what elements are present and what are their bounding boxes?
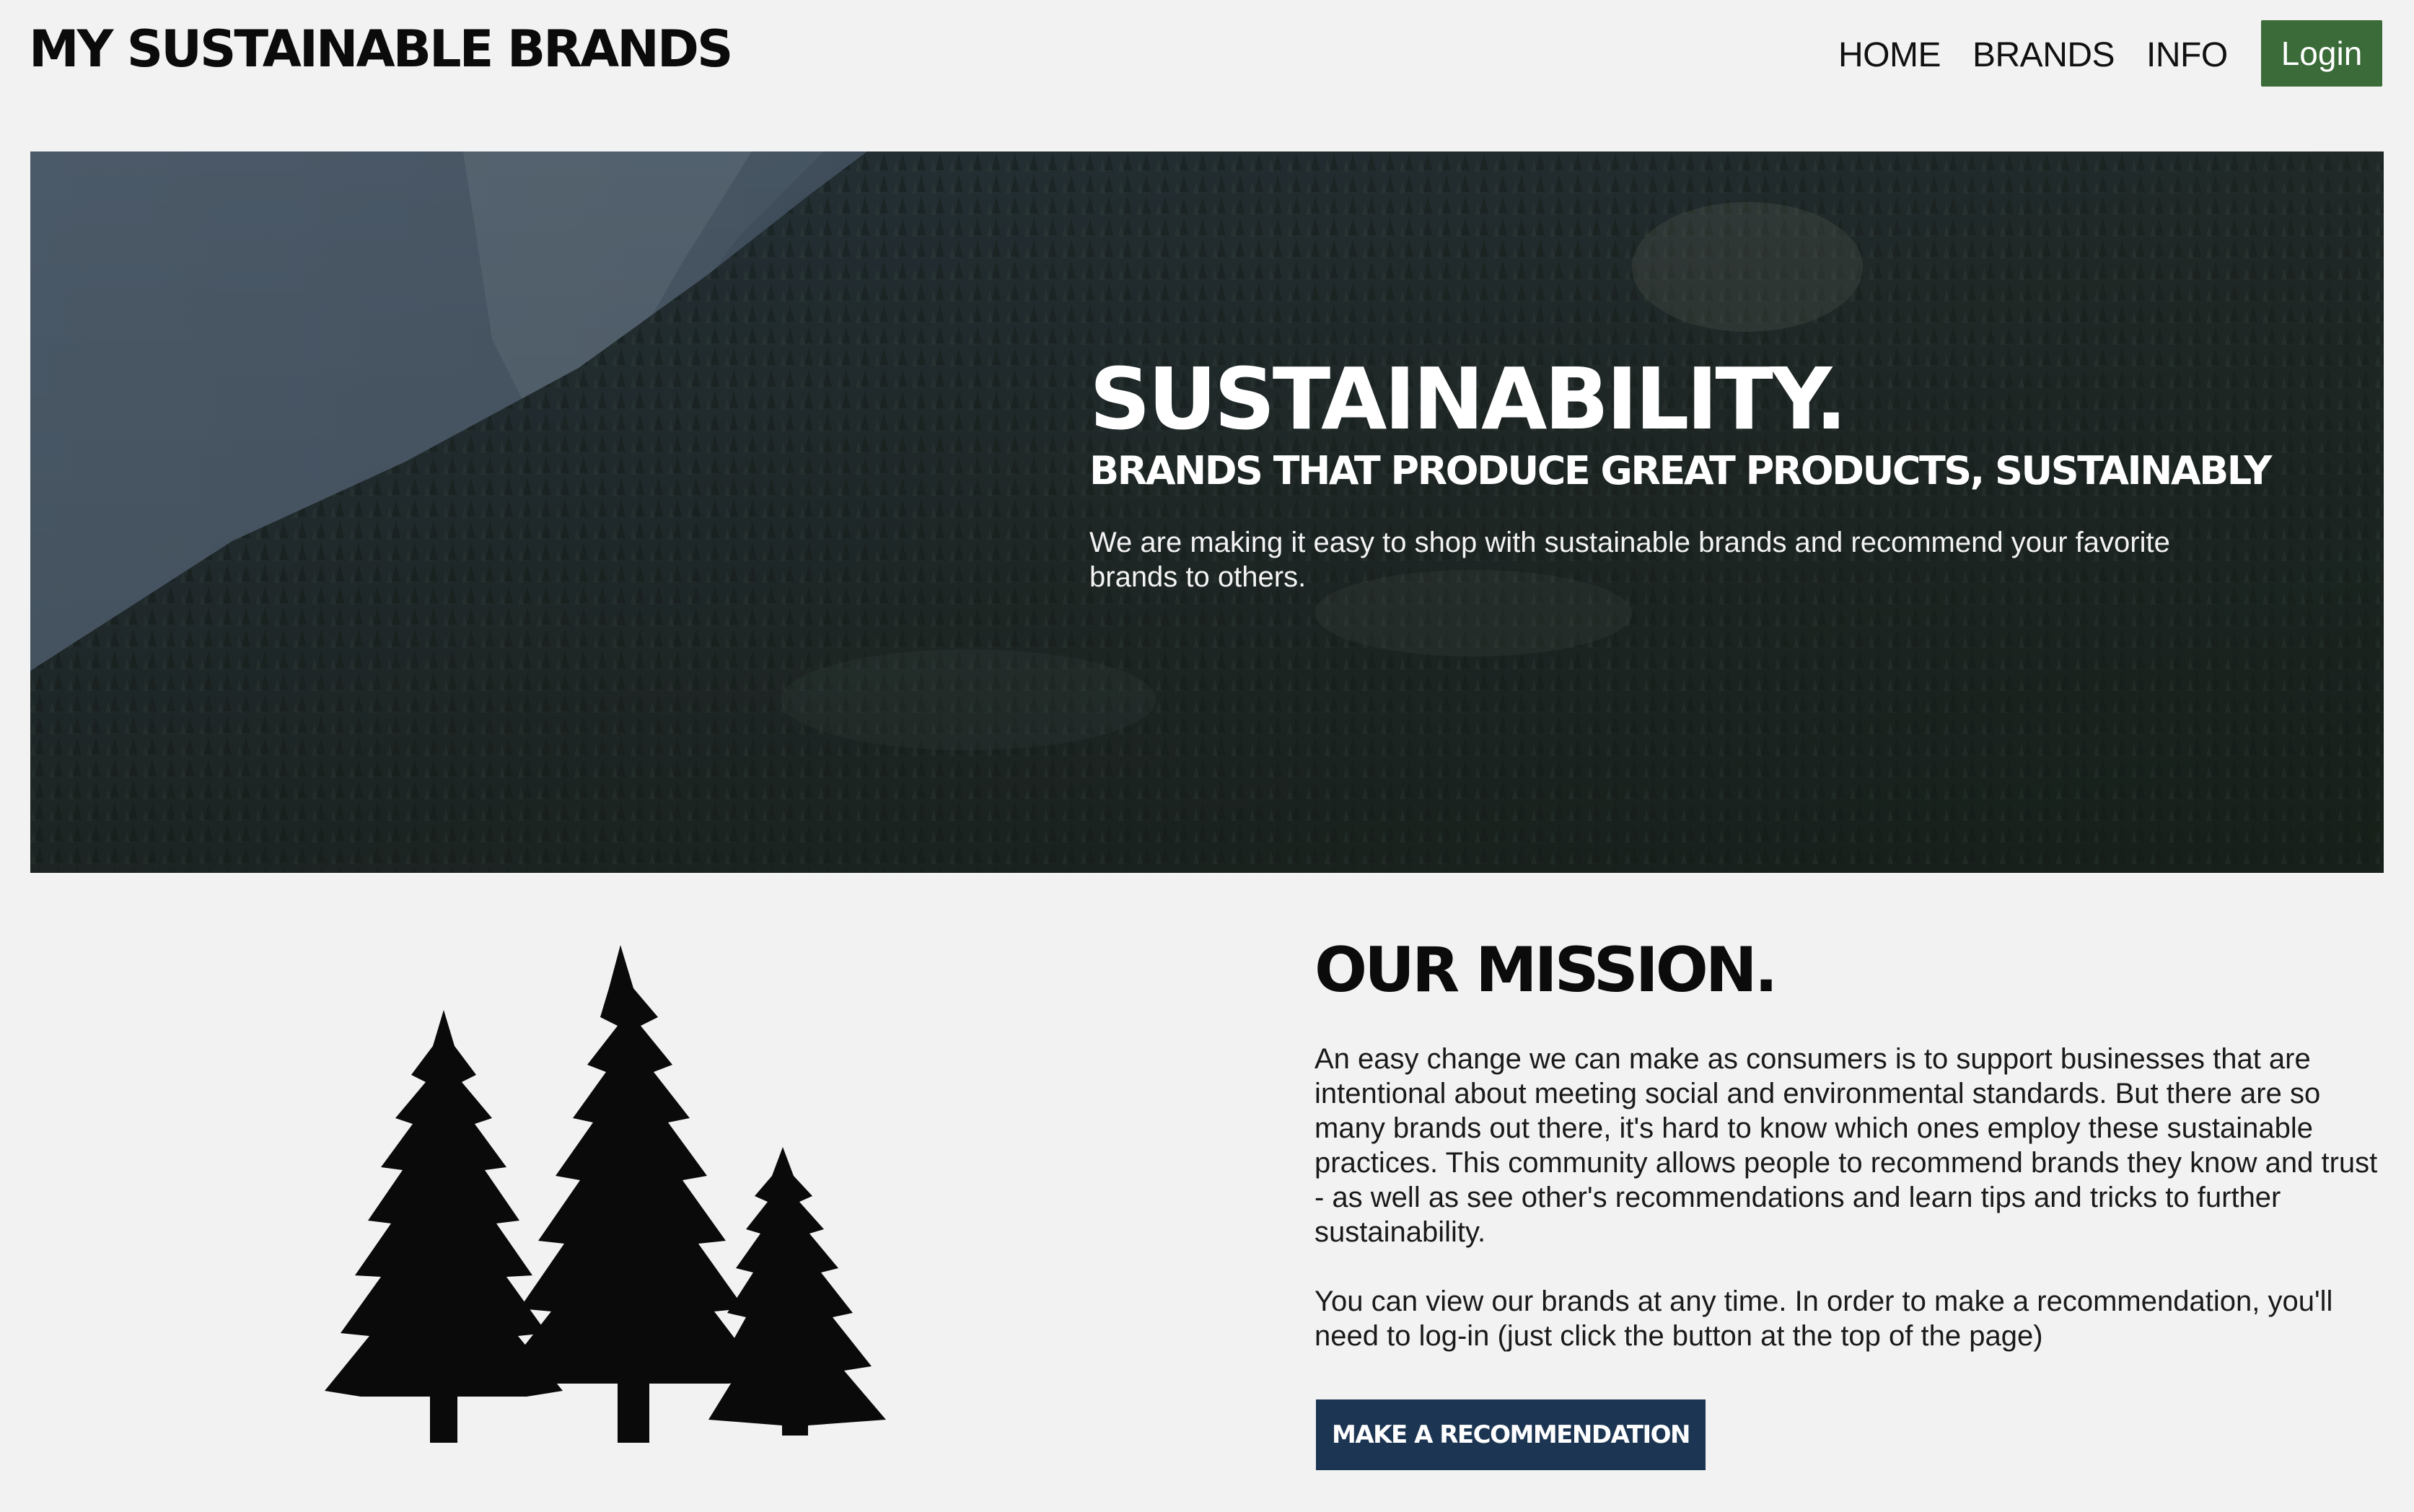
make-recommendation-button[interactable]: MAKE A RECOMMENDATION xyxy=(1316,1399,1706,1470)
nav-brands-link[interactable]: BRANDS xyxy=(1972,35,2115,75)
hero-subtitle: BRANDS THAT PRODUCE GREAT PRODUCTS, SUST… xyxy=(1089,448,2272,493)
main-nav: HOME BRANDS INFO xyxy=(1838,29,2228,81)
mission-paragraph-1: An easy change we can make as consumers … xyxy=(1314,1043,2378,1248)
hero-description: We are making it easy to shop with susta… xyxy=(1089,527,2170,593)
nav-info-link[interactable]: INFO xyxy=(2146,35,2228,75)
login-button[interactable]: Login xyxy=(2261,20,2382,87)
nav-home-link[interactable]: HOME xyxy=(1838,35,1941,75)
site-logo[interactable]: MY SUSTAINABLE BRANDS xyxy=(29,13,733,85)
hero-banner: SUSTAINABILITY. BRANDS THAT PRODUCE GREA… xyxy=(30,151,2384,873)
hero-text-block: SUSTAINABILITY. BRANDS THAT PRODUCE GREA… xyxy=(1089,352,2280,594)
pine-trees-icon xyxy=(325,945,886,1443)
mission-section: OUR MISSION. An easy change we can make … xyxy=(1314,938,2382,1353)
hero-title: SUSTAINABILITY. xyxy=(1089,349,1848,449)
mission-paragraph-2: You can view our brands at any time. In … xyxy=(1314,1285,2333,1352)
mission-title: OUR MISSION. xyxy=(1314,934,1778,1006)
